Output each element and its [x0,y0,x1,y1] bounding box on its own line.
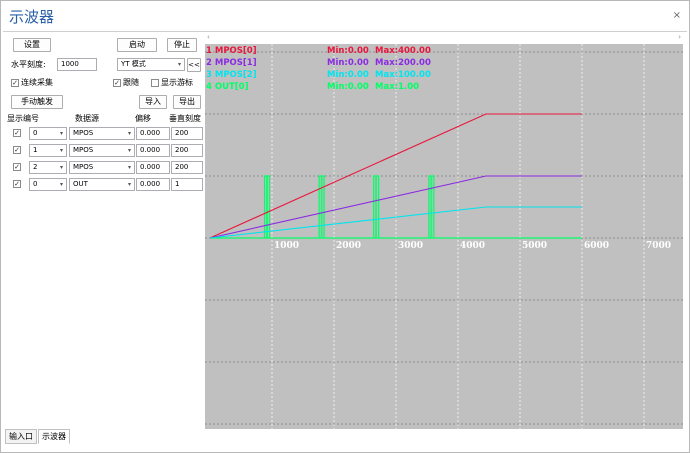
channel-source-select[interactable]: MPOS ▾ [69,144,135,157]
legend-max: Max:200.00 [375,58,431,68]
legend-name: 2 MPOS[1] [206,58,257,68]
follow-checkbox[interactable]: ✓ [113,79,121,87]
channel-source-value: MPOS [73,129,94,137]
channel-index-select[interactable]: 0 ▾ [29,127,67,140]
channel-scale-input[interactable]: 1 [171,178,203,191]
channel-index-value: 1 [33,146,38,154]
legend-min: Min:0.00 [327,46,369,56]
channel-show-checkbox[interactable]: ✓ [13,146,21,154]
h-scale-input[interactable]: 1000 [57,58,97,71]
title-divider [3,31,687,32]
legend-max: Max:1.00 [375,82,419,92]
channel-scale-input[interactable]: 200 [171,144,203,157]
header-offset: 偏移 [135,114,151,123]
x-tick-label: 7000 [646,241,671,251]
x-tick-label: 3000 [398,241,423,251]
channel-source-select[interactable]: MPOS ▾ [69,127,135,140]
chevron-down-icon: ▾ [59,164,63,171]
legend-min: Min:0.00 [327,82,369,92]
manual-trigger-button[interactable]: 手动触发 [11,95,63,109]
control-panel: 设置 启动 停止 水平刻度: 1000 YT 模式 ▾ << ✓ 连续采集 ✓ … [5,34,205,426]
header-scale: 垂直刻度 [169,114,201,123]
collapse-button[interactable]: << [187,58,201,72]
mode-select[interactable]: YT 模式 ▾ [117,58,185,71]
scroll-right-icon[interactable]: › [678,33,681,41]
channel-index-select[interactable]: 1 ▾ [29,144,67,157]
cursor-label: 显示游标 [161,78,193,87]
channel-offset-input[interactable]: 0.000 [136,144,170,157]
header-show: 显示 [7,114,23,123]
header-source: 数据源 [75,114,99,123]
x-tick-label: 2000 [336,241,361,251]
channel-show-checkbox[interactable]: ✓ [13,180,21,188]
chevron-down-icon: ▾ [177,61,181,68]
chevron-down-icon: ▾ [127,130,131,137]
settings-button[interactable]: 设置 [13,38,51,52]
channel-source-value: OUT [73,180,88,188]
title-bar: 示波器 × [1,1,689,29]
legend-name: 1 MPOS[0] [206,46,257,56]
channel-offset-input[interactable]: 0.000 [136,127,170,140]
channel-scale-input[interactable]: 200 [171,127,203,140]
legend-name: 3 MPOS[2] [206,70,257,80]
x-tick-label: 1000 [274,241,299,251]
scroll-left-icon[interactable]: ‹ [207,33,210,41]
oscilloscope-window: 示波器 × 设置 启动 停止 水平刻度: 1000 YT 模式 ▾ << ✓ 连… [0,0,690,453]
cursor-checkbox[interactable] [151,79,159,87]
import-button[interactable]: 导入 [139,95,167,109]
x-tick-label: 4000 [460,241,485,251]
legend-name: 4 OUT[0] [206,82,249,92]
channel-show-checkbox[interactable]: ✓ [13,163,21,171]
tab-input[interactable]: 输入口 [5,429,37,444]
channel-show-checkbox[interactable]: ✓ [13,129,21,137]
channel-offset-input[interactable]: 0.000 [136,161,170,174]
chevron-down-icon: ▾ [59,147,63,154]
x-tick-label: 6000 [584,241,609,251]
tab-oscilloscope[interactable]: 示波器 [38,429,70,444]
chevron-down-icon: ▾ [59,130,63,137]
plot-background [205,44,683,429]
scope-scrollbar[interactable]: ‹ › [205,33,683,44]
legend-min: Min:0.00 [327,58,369,68]
channel-index-select[interactable]: 0 ▾ [29,178,67,191]
x-tick-label: 5000 [522,241,547,251]
chevron-down-icon: ▾ [59,181,63,188]
legend-min: Min:0.00 [327,70,369,80]
close-icon[interactable]: × [673,10,681,21]
header-index: 编号 [23,114,39,123]
channel-source-select[interactable]: OUT ▾ [69,178,135,191]
chevron-down-icon: ▾ [127,164,131,171]
oscilloscope-plot[interactable]: 1000 2000 3000 4000 5000 6000 7000 1 MPOS[0] Min… [205,44,683,429]
channel-scale-input[interactable]: 200 [171,161,203,174]
channel-source-value: MPOS [73,163,94,171]
channel-index-value: 0 [33,129,38,137]
export-button[interactable]: 导出 [173,95,201,109]
channel-source-value: MPOS [73,146,94,154]
mode-select-value: YT 模式 [121,60,146,68]
channel-index-select[interactable]: 2 ▾ [29,161,67,174]
channel-source-select[interactable]: MPOS ▾ [69,161,135,174]
h-scale-label: 水平刻度: [11,60,46,69]
window-title: 示波器 [9,8,55,26]
legend-max: Max:400.00 [375,46,431,56]
follow-label: 跟随 [123,78,139,87]
chevron-down-icon: ▾ [127,181,131,188]
chevron-down-icon: ▾ [127,147,131,154]
channel-index-value: 0 [33,180,38,188]
start-button[interactable]: 启动 [117,38,157,52]
channel-index-value: 2 [33,163,38,171]
legend-max: Max:100.00 [375,70,431,80]
continuous-checkbox[interactable]: ✓ [11,79,19,87]
continuous-label: 连续采集 [21,78,53,87]
stop-button[interactable]: 停止 [167,38,197,52]
channel-offset-input[interactable]: 0.000 [136,178,170,191]
